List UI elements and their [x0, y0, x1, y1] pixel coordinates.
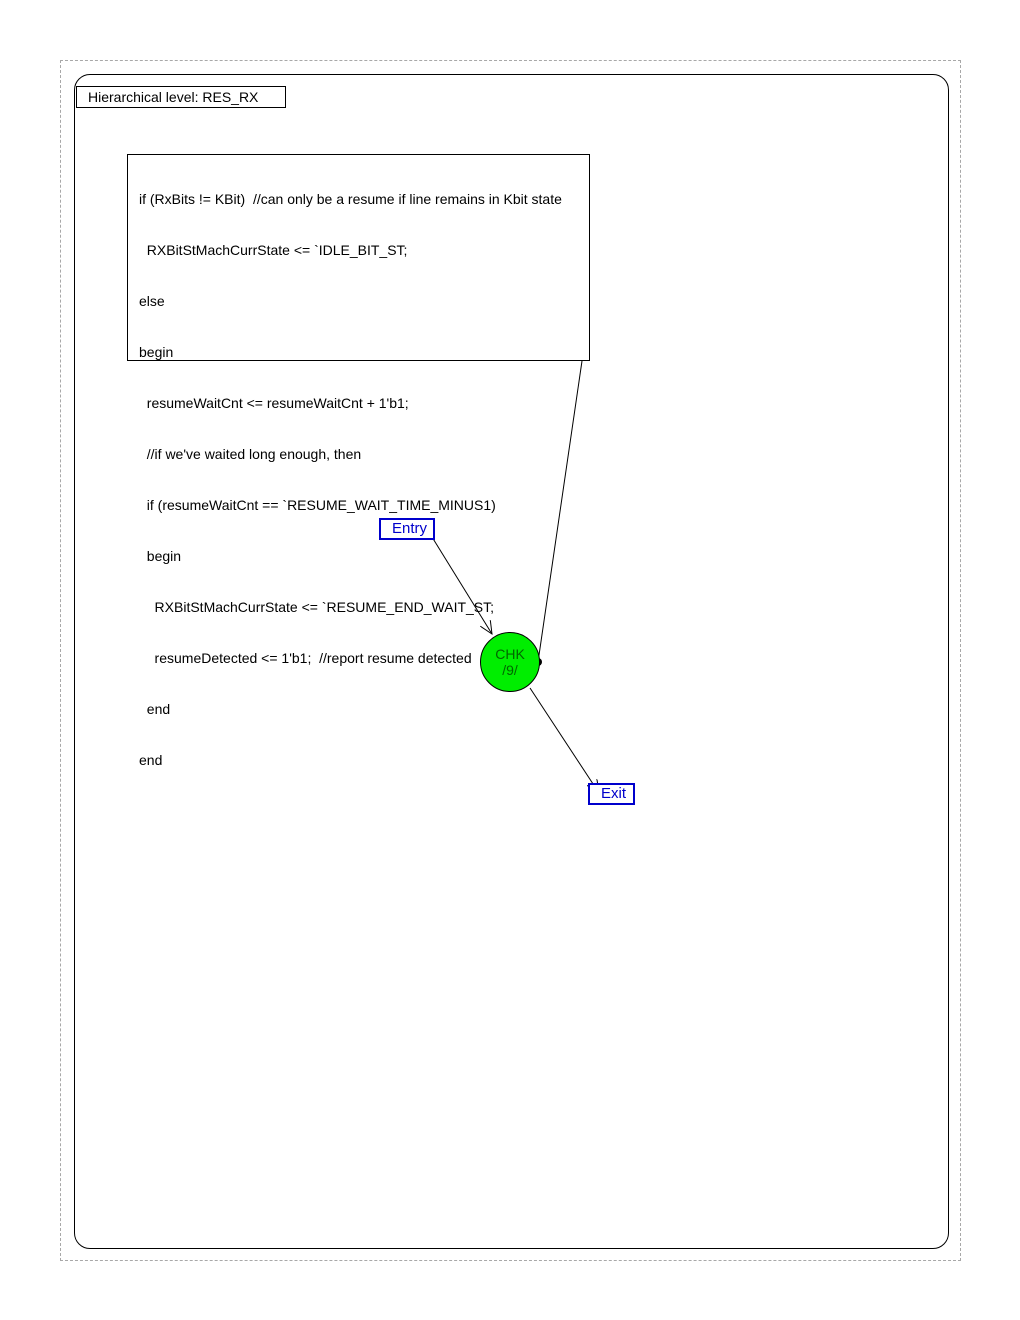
code-attachment-line [537, 360, 583, 663]
state-chk[interactable]: CHK /9/ [480, 632, 540, 692]
state-name: CHK [495, 646, 525, 662]
entry-transition-arrow[interactable] [431, 536, 492, 634]
exit-transition-arrow[interactable] [529, 687, 599, 793]
entry-port[interactable]: Entry [379, 518, 435, 540]
state-number: /9/ [502, 662, 518, 678]
exit-port[interactable]: Exit [588, 783, 635, 805]
